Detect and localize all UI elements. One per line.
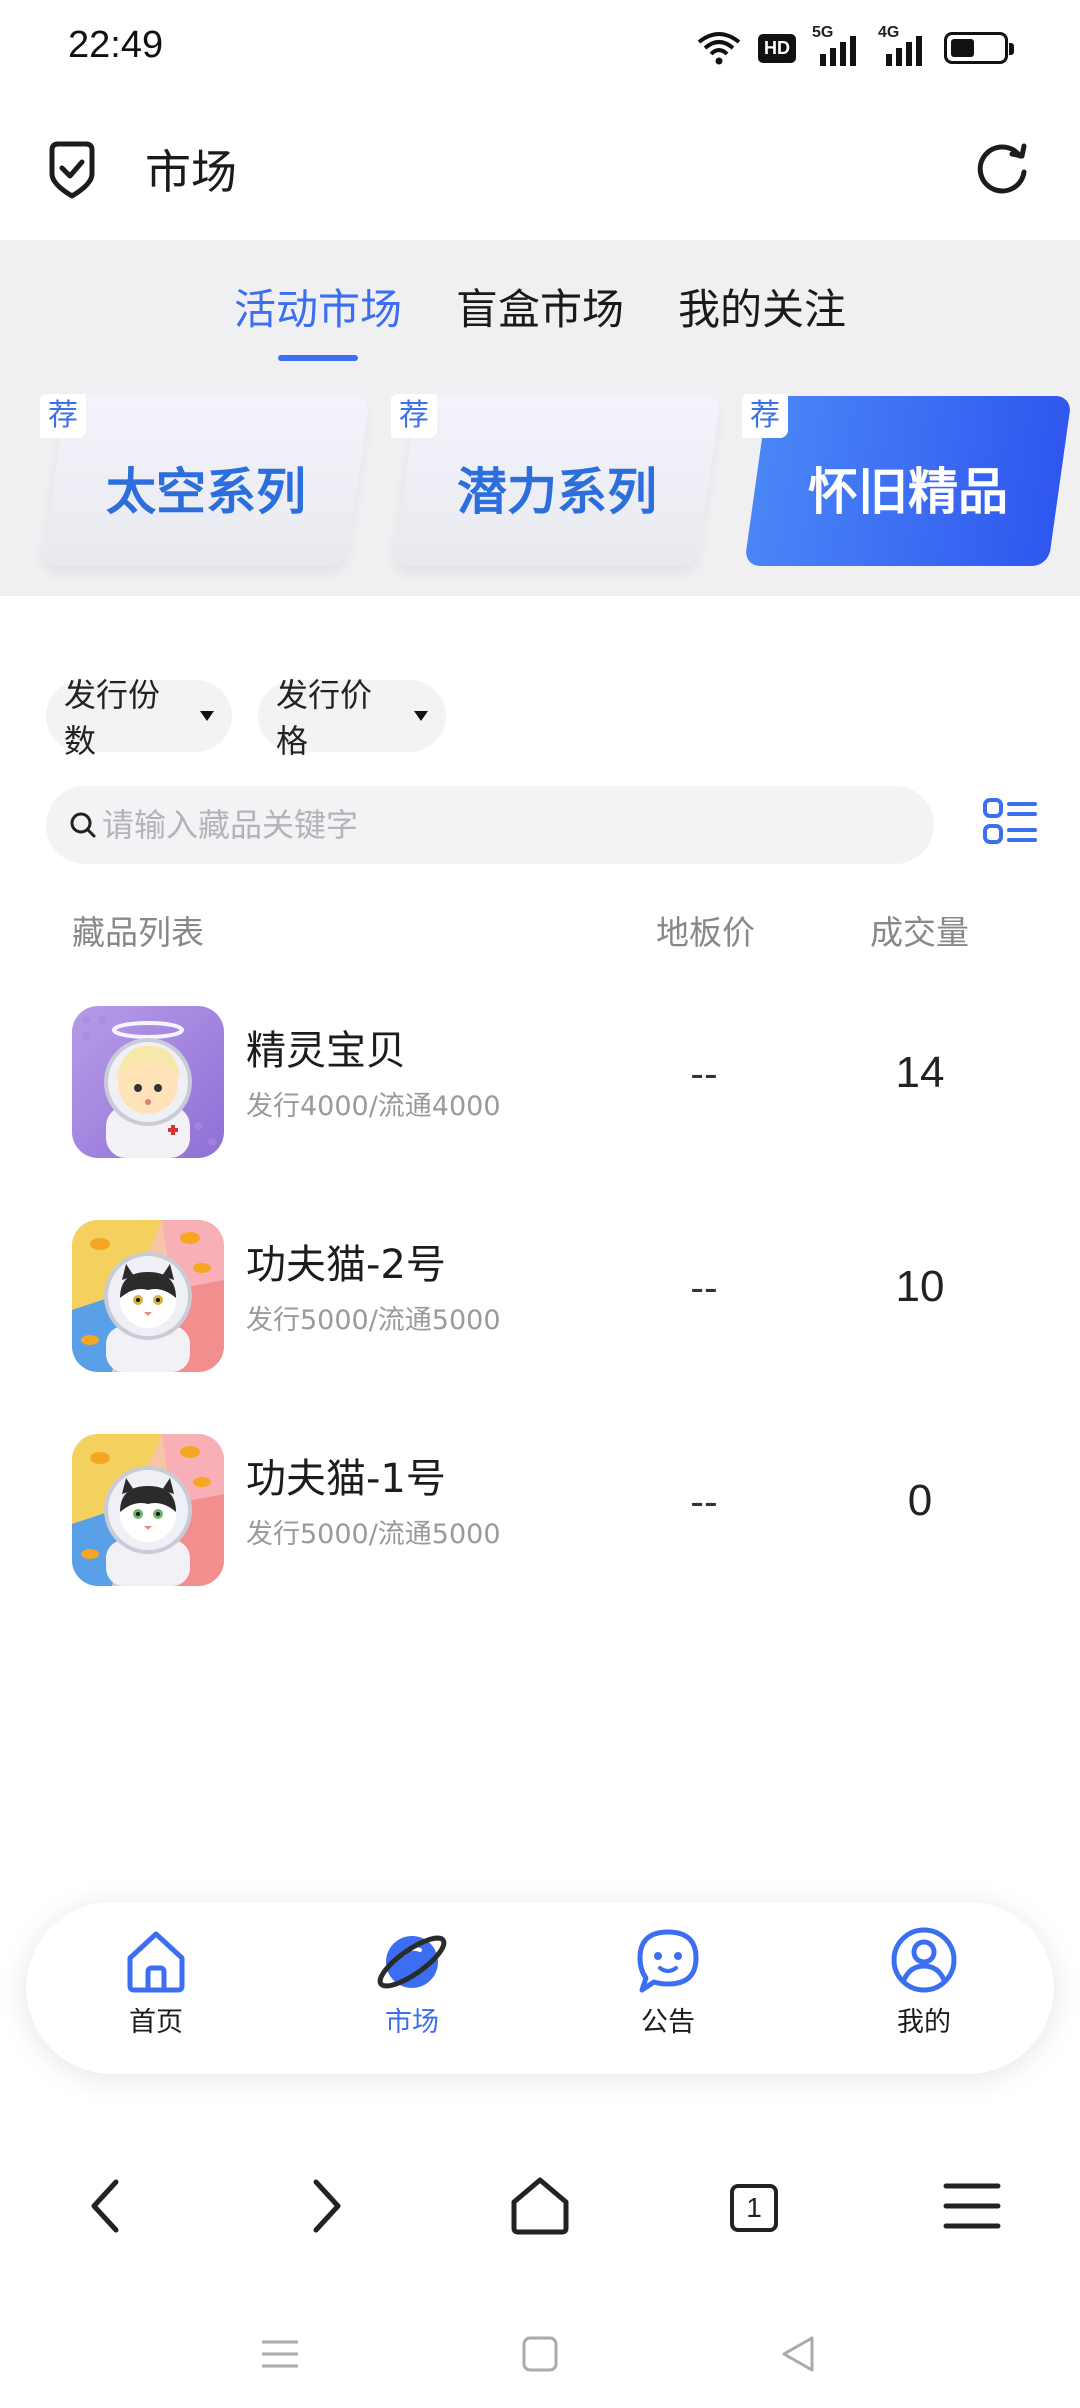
list-view-toggle-icon[interactable] — [982, 796, 1038, 852]
collection-row[interactable]: 精灵宝贝 发行4000/流通4000 -- 14 — [0, 988, 1080, 1168]
column-header-name: 藏品列表 — [72, 913, 204, 952]
collectible-name: 功夫猫-2号 — [246, 1242, 446, 1288]
search-icon — [70, 812, 96, 838]
shield-check-icon[interactable] — [44, 140, 100, 200]
recommend-badge: 荐 — [391, 394, 437, 438]
page-title: 市场 — [145, 145, 237, 199]
series-cards: 太空系列 荐 潜力系列 荐 怀旧精品 荐 — [0, 394, 1080, 568]
collectible-supply: 发行5000/流通5000 — [246, 1519, 501, 1550]
collectible-name: 功夫猫-1号 — [246, 1456, 446, 1502]
status-time: 22:49 — [68, 24, 164, 66]
market-tabs: 活动市场 盲盒市场 我的关注 — [0, 276, 1080, 359]
collection-row[interactable]: 功夫猫-2号 发行5000/流通5000 -- 10 — [0, 1202, 1080, 1382]
collectible-thumbnail — [72, 1220, 224, 1372]
app-header: 市场 — [0, 96, 1080, 240]
tab-activity-market[interactable]: 活动市场 — [234, 276, 402, 359]
filter-label: 发行价格 — [276, 676, 373, 760]
trade-volume: 14 — [895, 1048, 945, 1097]
tab-blindbox-market[interactable]: 盲盒市场 — [456, 276, 624, 359]
nav-label: 市场 — [385, 2007, 439, 2038]
tab-my-follows[interactable]: 我的关注 — [678, 276, 846, 359]
series-card-label: 怀旧精品 — [808, 463, 1008, 521]
trade-volume: 0 — [907, 1476, 933, 1525]
signal-5g-icon: 5G — [812, 24, 862, 68]
floor-price: -- — [690, 1480, 718, 1524]
search-input[interactable] — [102, 806, 882, 844]
series-card-label: 潜力系列 — [457, 463, 657, 521]
back-icon[interactable] — [70, 2168, 146, 2244]
forward-icon[interactable] — [286, 2168, 362, 2244]
chat-bubble-icon — [637, 1929, 699, 1993]
user-avatar-icon — [891, 1927, 957, 1993]
home-icon — [127, 1931, 185, 1993]
series-card-nostalgia[interactable]: 怀旧精品 荐 — [742, 394, 1072, 566]
tab-count: 1 — [730, 2184, 778, 2232]
collectible-name: 精灵宝贝 — [246, 1028, 406, 1074]
series-card-space[interactable]: 太空系列 荐 — [40, 394, 370, 566]
nav-market[interactable]: 市场 — [332, 1924, 492, 2054]
series-card-potential[interactable]: 潜力系列 荐 — [391, 394, 721, 566]
series-card-label: 太空系列 — [106, 463, 306, 521]
recommend-badge: 荐 — [40, 394, 86, 438]
floor-price: -- — [690, 1266, 718, 1310]
collectible-thumbnail — [72, 1006, 224, 1158]
tabs-button[interactable]: 1 — [716, 2168, 792, 2244]
back-triangle-icon[interactable] — [770, 2326, 826, 2382]
refresh-icon[interactable] — [972, 138, 1032, 198]
filter-issue-price[interactable]: 发行价格 — [258, 676, 446, 760]
browser-toolbar: 1 — [0, 2148, 1080, 2258]
nav-label: 首页 — [129, 2007, 183, 2038]
nav-home[interactable]: 首页 — [76, 1924, 236, 2054]
collection-row[interactable]: 功夫猫-1号 发行5000/流通5000 -- 0 — [0, 1416, 1080, 1596]
recommend-badge: 荐 — [742, 394, 788, 438]
browser-home-icon[interactable] — [502, 2168, 578, 2244]
filter-issue-count[interactable]: 发行份数 — [46, 676, 232, 760]
bottom-nav: 首页 市场 公告 我的 — [26, 1902, 1054, 2074]
nav-label: 公告 — [641, 2007, 695, 2038]
column-header-volume: 成交量 — [870, 913, 969, 952]
trade-volume: 10 — [895, 1262, 945, 1311]
market-top-panel: 活动市场 盲盒市场 我的关注 太空系列 荐 潜力系列 荐 怀旧精品 荐 — [0, 240, 1080, 596]
status-icons: HD 5G 4G — [696, 24, 1014, 70]
collectible-thumbnail — [72, 1434, 224, 1586]
home-square-icon[interactable] — [512, 2326, 568, 2382]
status-bar: 22:49 HD 5G 4G — [0, 0, 1080, 96]
nav-profile[interactable]: 我的 — [844, 1924, 1004, 2054]
hd-badge: HD — [758, 33, 796, 63]
collectible-supply: 发行4000/流通4000 — [246, 1091, 501, 1122]
column-header-floor-price: 地板价 — [656, 913, 755, 952]
recent-apps-icon[interactable] — [252, 2326, 308, 2382]
caret-down-icon — [414, 711, 428, 721]
search-bar — [46, 786, 934, 864]
nav-label: 我的 — [897, 2007, 951, 2038]
planet-icon — [377, 1935, 447, 1989]
wifi-icon — [697, 32, 741, 65]
floor-price: -- — [690, 1052, 718, 1096]
menu-icon[interactable] — [934, 2168, 1010, 2244]
nav-announcements[interactable]: 公告 — [588, 1924, 748, 2054]
signal-4g-icon: 4G — [878, 24, 928, 68]
collectible-supply: 发行5000/流通5000 — [246, 1305, 501, 1336]
battery-icon — [944, 32, 1014, 64]
caret-down-icon — [200, 711, 214, 721]
system-nav-bar — [0, 2300, 1080, 2408]
filter-label: 发行份数 — [64, 676, 161, 760]
